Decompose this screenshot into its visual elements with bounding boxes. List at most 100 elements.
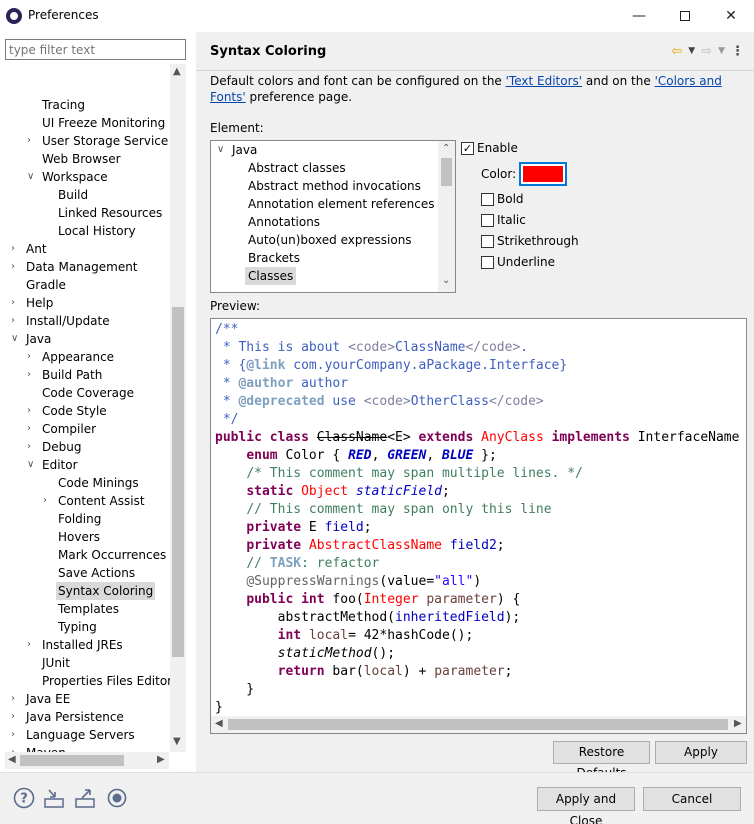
- import-icon[interactable]: [43, 787, 65, 809]
- chevron-right-icon[interactable]: ›: [11, 690, 20, 708]
- chevron-right-icon[interactable]: ›: [11, 294, 20, 312]
- tree-item[interactable]: JUnit: [42, 654, 70, 672]
- tree-item[interactable]: Help: [26, 294, 53, 312]
- tree-item[interactable]: Code Coverage: [42, 384, 134, 402]
- element-item[interactable]: Classes: [245, 267, 297, 285]
- element-item[interactable]: Auto(un)boxed expressions: [248, 231, 412, 249]
- chevron-right-icon[interactable]: ›: [11, 708, 20, 726]
- scroll-down-icon[interactable]: ⌄: [442, 275, 450, 286]
- tree-item[interactable]: Templates: [58, 600, 119, 618]
- scroll-down-icon[interactable]: ▼: [173, 736, 181, 747]
- tree-item[interactable]: Local History: [58, 222, 136, 240]
- italic-checkbox[interactable]: [481, 214, 494, 227]
- tree-vertical-scrollbar[interactable]: ▲ ▼: [170, 64, 186, 752]
- element-item[interactable]: Java: [232, 141, 257, 159]
- export-icon[interactable]: [74, 787, 96, 809]
- tree-item[interactable]: Ant: [26, 240, 47, 258]
- tree-item[interactable]: Debug: [42, 438, 81, 456]
- maximize-button[interactable]: [662, 0, 708, 32]
- underline-checkbox[interactable]: [481, 256, 494, 269]
- tree-item[interactable]: Install/Update: [26, 312, 110, 330]
- chevron-right-icon[interactable]: ›: [11, 312, 20, 330]
- chevron-right-icon[interactable]: ›: [11, 726, 20, 744]
- tree-item[interactable]: Workspace: [42, 168, 108, 186]
- back-arrow-icon[interactable]: ⇦: [671, 44, 682, 59]
- back-menu-chevron-icon[interactable]: ▼: [688, 46, 695, 56]
- forward-menu-chevron-icon[interactable]: ▼: [718, 46, 725, 56]
- tree-item[interactable]: Content Assist: [58, 492, 145, 510]
- element-item[interactable]: Annotation element references: [248, 195, 434, 213]
- element-item[interactable]: Abstract method invocations: [248, 177, 421, 195]
- forward-arrow-icon[interactable]: ⇨: [701, 44, 712, 59]
- text-editors-link[interactable]: 'Text Editors': [506, 74, 582, 88]
- chevron-right-icon[interactable]: ›: [11, 240, 20, 258]
- element-item[interactable]: Annotations: [248, 213, 320, 231]
- scrollbar-thumb[interactable]: [441, 158, 452, 186]
- tree-item[interactable]: Folding: [58, 510, 101, 528]
- tree-item[interactable]: Linked Resources: [58, 204, 162, 222]
- chevron-down-icon[interactable]: ∨: [27, 168, 36, 186]
- chevron-right-icon[interactable]: ›: [27, 132, 36, 150]
- tree-item[interactable]: Appearance: [42, 348, 114, 366]
- chevron-right-icon[interactable]: ›: [27, 438, 36, 456]
- tree-item[interactable]: Java Persistence: [26, 708, 124, 726]
- tree-item[interactable]: Gradle: [26, 276, 66, 294]
- tree-item[interactable]: Tracing: [42, 96, 85, 114]
- tree-item[interactable]: Java: [26, 330, 51, 348]
- tree-item[interactable]: Build: [58, 186, 88, 204]
- tree-item[interactable]: UI Freeze Monitoring: [42, 114, 165, 132]
- apply-and-close-button[interactable]: Apply and Close: [537, 787, 635, 824]
- tree-item[interactable]: Code Minings: [58, 474, 139, 492]
- element-item[interactable]: Abstract classes: [248, 159, 346, 177]
- tree-item[interactable]: Save Actions: [58, 564, 135, 582]
- chevron-right-icon[interactable]: ›: [27, 420, 36, 438]
- chevron-right-icon[interactable]: ›: [27, 636, 36, 654]
- bold-checkbox[interactable]: [481, 193, 494, 206]
- scroll-up-icon[interactable]: ▲: [173, 66, 181, 77]
- record-icon[interactable]: [106, 787, 128, 809]
- chevron-down-icon[interactable]: ∨: [11, 330, 20, 348]
- scroll-left-icon[interactable]: ◀: [215, 718, 223, 729]
- chevron-right-icon[interactable]: ›: [43, 492, 52, 510]
- tree-item[interactable]: Compiler: [42, 420, 96, 438]
- tree-item[interactable]: Java EE: [26, 690, 70, 708]
- chevron-right-icon[interactable]: ›: [27, 402, 36, 420]
- tree-item[interactable]: Syntax Coloring: [56, 582, 156, 600]
- tree-item[interactable]: Maven: [26, 744, 66, 752]
- scroll-right-icon[interactable]: ▶: [734, 718, 742, 729]
- element-tree-scrollbar[interactable]: ⌃ ⌄: [438, 141, 455, 292]
- tree-item[interactable]: Mark Occurrences: [58, 546, 166, 564]
- tree-item[interactable]: User Storage Service: [42, 132, 168, 150]
- color-picker-button[interactable]: [519, 162, 567, 186]
- tree-item[interactable]: Typing: [58, 618, 97, 636]
- tree-item[interactable]: Data Management: [26, 258, 138, 276]
- view-menu-icon[interactable]: ⋮: [731, 44, 744, 59]
- enable-checkbox[interactable]: ✓: [461, 142, 474, 155]
- tree-item[interactable]: Web Browser: [42, 150, 121, 168]
- chevron-right-icon[interactable]: ›: [11, 258, 20, 276]
- minimize-button[interactable]: —: [616, 0, 662, 32]
- scrollbar-thumb[interactable]: [172, 307, 184, 657]
- filter-input[interactable]: [5, 39, 186, 60]
- chevron-down-icon[interactable]: ∨: [27, 456, 36, 474]
- apply-button[interactable]: Apply: [655, 741, 747, 764]
- scroll-left-icon[interactable]: ◀: [8, 754, 16, 765]
- close-button[interactable]: ✕: [708, 0, 754, 32]
- tree-item[interactable]: Editor: [42, 456, 78, 474]
- element-item[interactable]: Brackets: [248, 249, 300, 267]
- tree-horizontal-scrollbar[interactable]: ◀ ▶: [5, 752, 169, 769]
- chevron-down-icon[interactable]: ∨: [217, 141, 226, 159]
- tree-item[interactable]: Build Path: [42, 366, 102, 384]
- chevron-right-icon[interactable]: ›: [11, 744, 20, 752]
- chevron-right-icon[interactable]: ›: [27, 366, 36, 384]
- scroll-up-icon[interactable]: ⌃: [442, 143, 450, 154]
- chevron-right-icon[interactable]: ›: [27, 348, 36, 366]
- preview-horizontal-scrollbar[interactable]: ◀ ▶: [211, 716, 746, 733]
- tree-item[interactable]: Properties Files Editor: [42, 672, 170, 690]
- scroll-right-icon[interactable]: ▶: [157, 754, 165, 765]
- cancel-button[interactable]: Cancel: [643, 787, 741, 811]
- tree-item[interactable]: Installed JREs: [42, 636, 123, 654]
- help-icon[interactable]: ?: [13, 787, 35, 809]
- tree-item[interactable]: Language Servers: [26, 726, 135, 744]
- strikethrough-checkbox[interactable]: [481, 235, 494, 248]
